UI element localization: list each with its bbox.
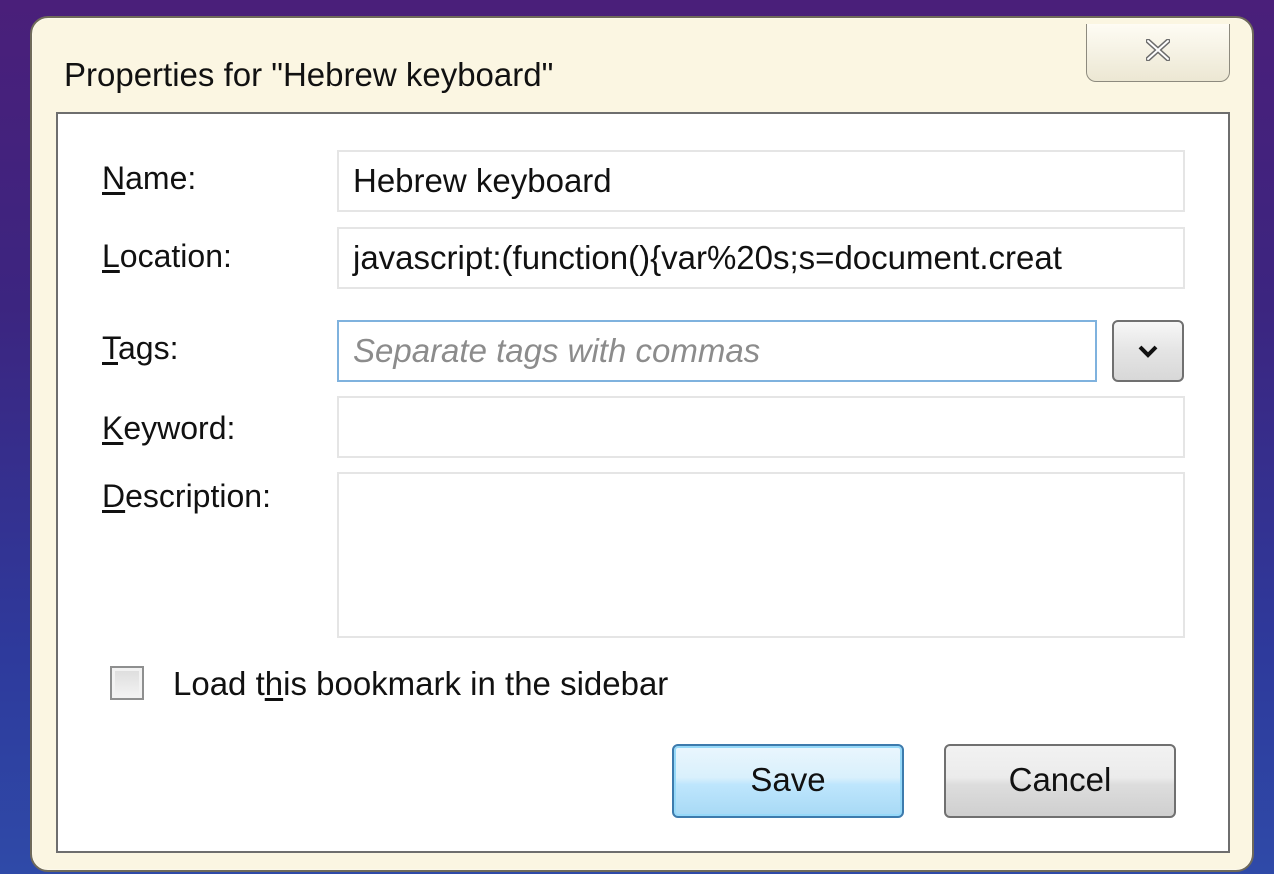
sidebar-checkbox[interactable]: [110, 666, 144, 700]
close-icon: [1146, 39, 1170, 61]
name-field[interactable]: Hebrew keyboard: [337, 150, 1185, 212]
cancel-button[interactable]: Cancel: [944, 744, 1176, 818]
location-field[interactable]: javascript:(function(){var%20s;s=documen…: [337, 227, 1185, 289]
chevron-down-icon: [1138, 345, 1158, 358]
tags-field[interactable]: Separate tags with commas: [337, 320, 1097, 382]
tags-dropdown-button[interactable]: [1112, 320, 1184, 382]
location-label: Location:: [102, 238, 232, 274]
tags-label: Tags:: [102, 330, 179, 366]
close-button[interactable]: [1086, 24, 1230, 82]
keyword-field[interactable]: [337, 396, 1185, 458]
dialog-content: Name: Hebrew keyboard Location: javascri…: [56, 112, 1230, 853]
bookmark-properties-dialog: Properties for "Hebrew keyboard" Name: H…: [30, 16, 1254, 872]
name-label: Name:: [102, 160, 197, 196]
sidebar-checkbox-label[interactable]: Load this bookmark in the sidebar: [173, 665, 668, 703]
keyword-label: Keyword:: [102, 410, 236, 446]
dialog-title: Properties for "Hebrew keyboard": [64, 56, 554, 93]
description-label: Description:: [102, 478, 271, 514]
save-button[interactable]: Save: [672, 744, 904, 818]
description-field[interactable]: [337, 472, 1185, 638]
